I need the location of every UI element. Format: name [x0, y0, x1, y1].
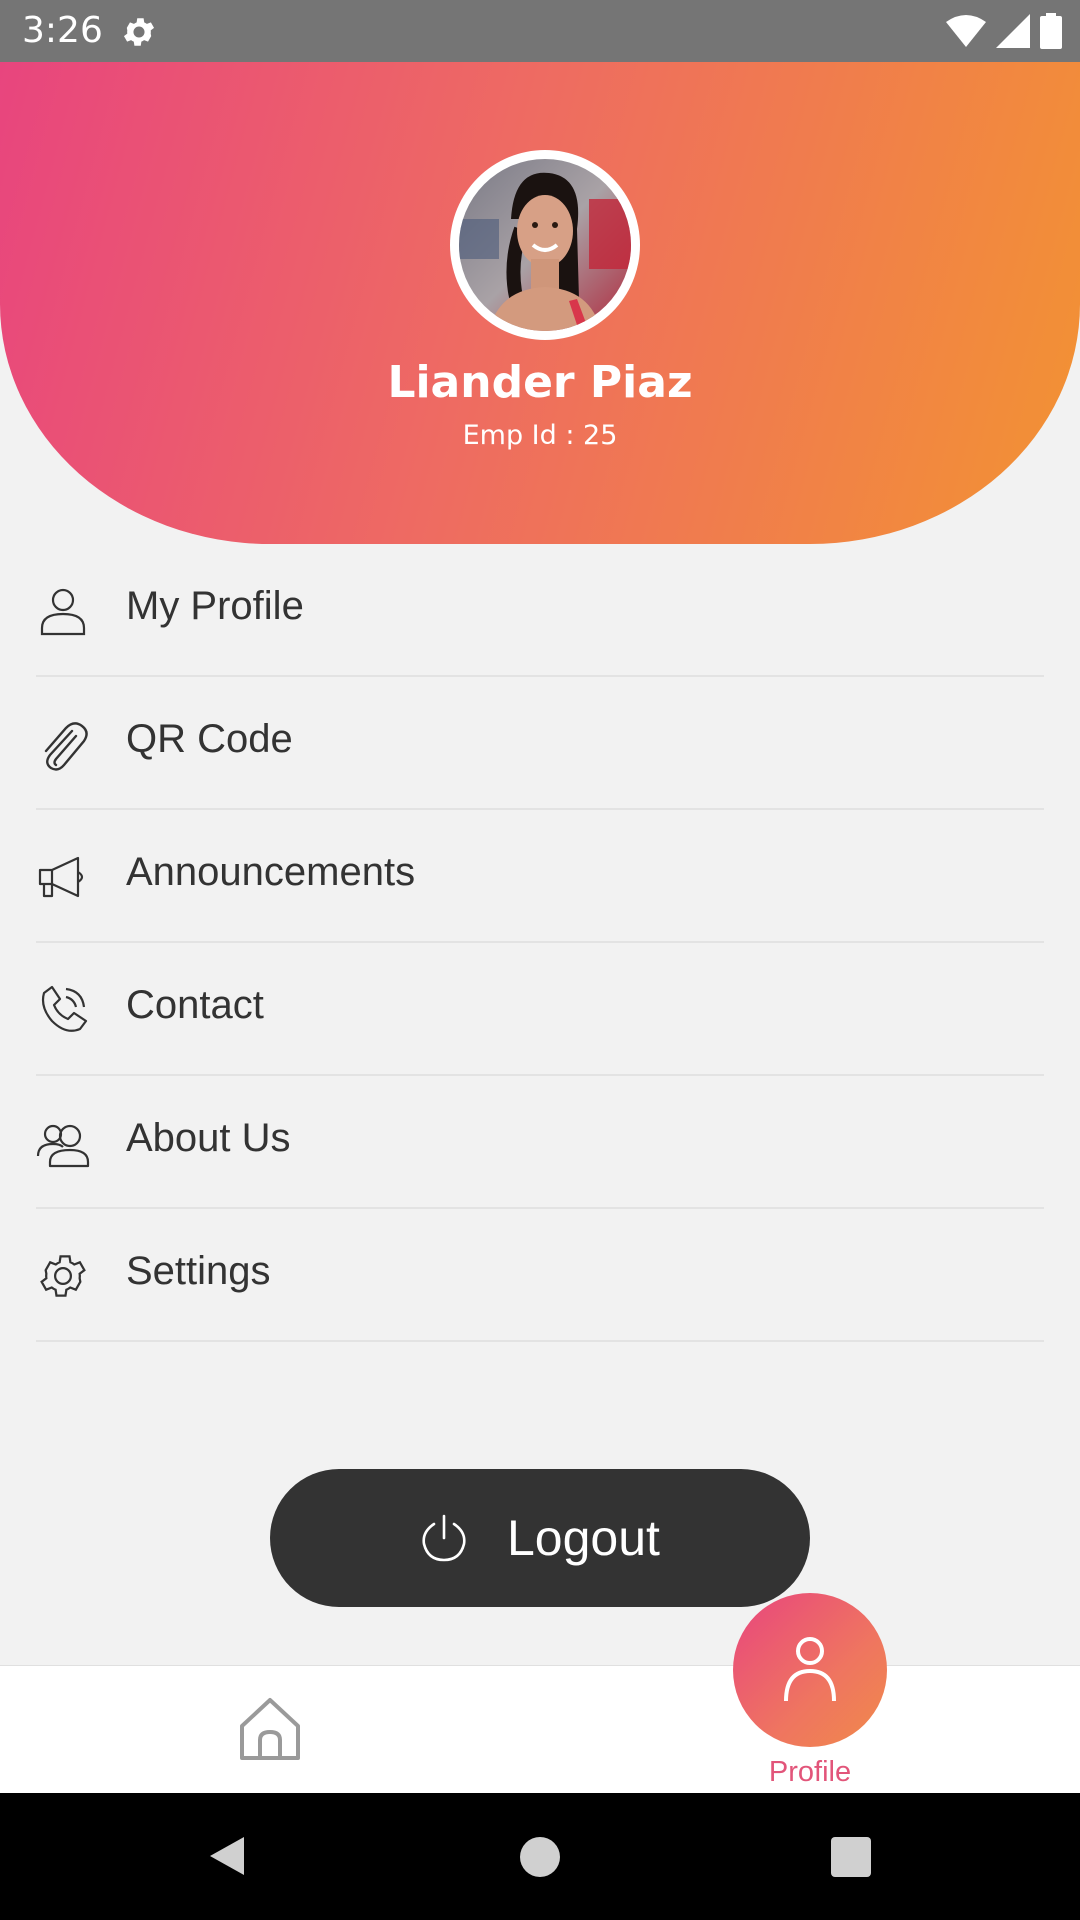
menu-item-announcements[interactable]: Announcements	[36, 810, 1044, 943]
menu-item-label: Contact	[126, 983, 264, 1027]
avatar[interactable]	[459, 159, 631, 331]
profile-name: Liander Piaz	[387, 357, 693, 408]
phone-icon	[41, 985, 88, 1032]
menu-item-label: My Profile	[126, 584, 304, 628]
home-circle-icon[interactable]	[520, 1837, 560, 1877]
signal-icon	[996, 14, 1030, 48]
power-icon	[422, 1514, 466, 1562]
nav-profile-label[interactable]: Profile	[730, 1756, 890, 1789]
status-icons	[946, 12, 1062, 50]
person-icon	[784, 1637, 836, 1702]
battery-icon	[1040, 13, 1062, 49]
gear-icon	[40, 1255, 86, 1297]
home-icon[interactable]	[236, 1696, 304, 1764]
status-time: 3:26	[22, 10, 103, 51]
menu-item-about-us[interactable]: About Us	[36, 1076, 1044, 1209]
menu-item-label: About Us	[126, 1116, 291, 1160]
menu-item-my-profile[interactable]: My Profile	[36, 544, 1044, 677]
menu-list: My Profile QR Code Announcements Contact	[36, 544, 1044, 1342]
menu-item-qr-code[interactable]: QR Code	[36, 677, 1044, 810]
recents-icon[interactable]	[831, 1837, 871, 1877]
nav-profile-button[interactable]	[733, 1593, 887, 1747]
menu-item-label: Announcements	[126, 850, 416, 894]
paperclip-icon	[44, 722, 88, 771]
menu-item-contact[interactable]: Contact	[36, 943, 1044, 1076]
people-icon	[36, 1124, 90, 1168]
system-nav-bar	[0, 1793, 1080, 1920]
wifi-icon	[946, 15, 986, 47]
menu-item-label: Settings	[126, 1249, 271, 1293]
person-icon	[40, 588, 86, 636]
bottom-nav	[0, 1665, 1080, 1794]
logout-button[interactable]: Logout	[270, 1469, 810, 1607]
status-bar: 3:26	[0, 0, 1080, 62]
avatar-photo	[459, 159, 631, 331]
menu-item-label: QR Code	[126, 717, 293, 761]
megaphone-icon	[38, 856, 84, 898]
settings-icon	[123, 18, 155, 46]
employee-id: Emp Id : 25	[462, 420, 618, 451]
logout-label: Logout	[507, 1510, 660, 1566]
back-icon[interactable]	[204, 1833, 250, 1879]
menu-item-settings[interactable]: Settings	[36, 1209, 1044, 1342]
